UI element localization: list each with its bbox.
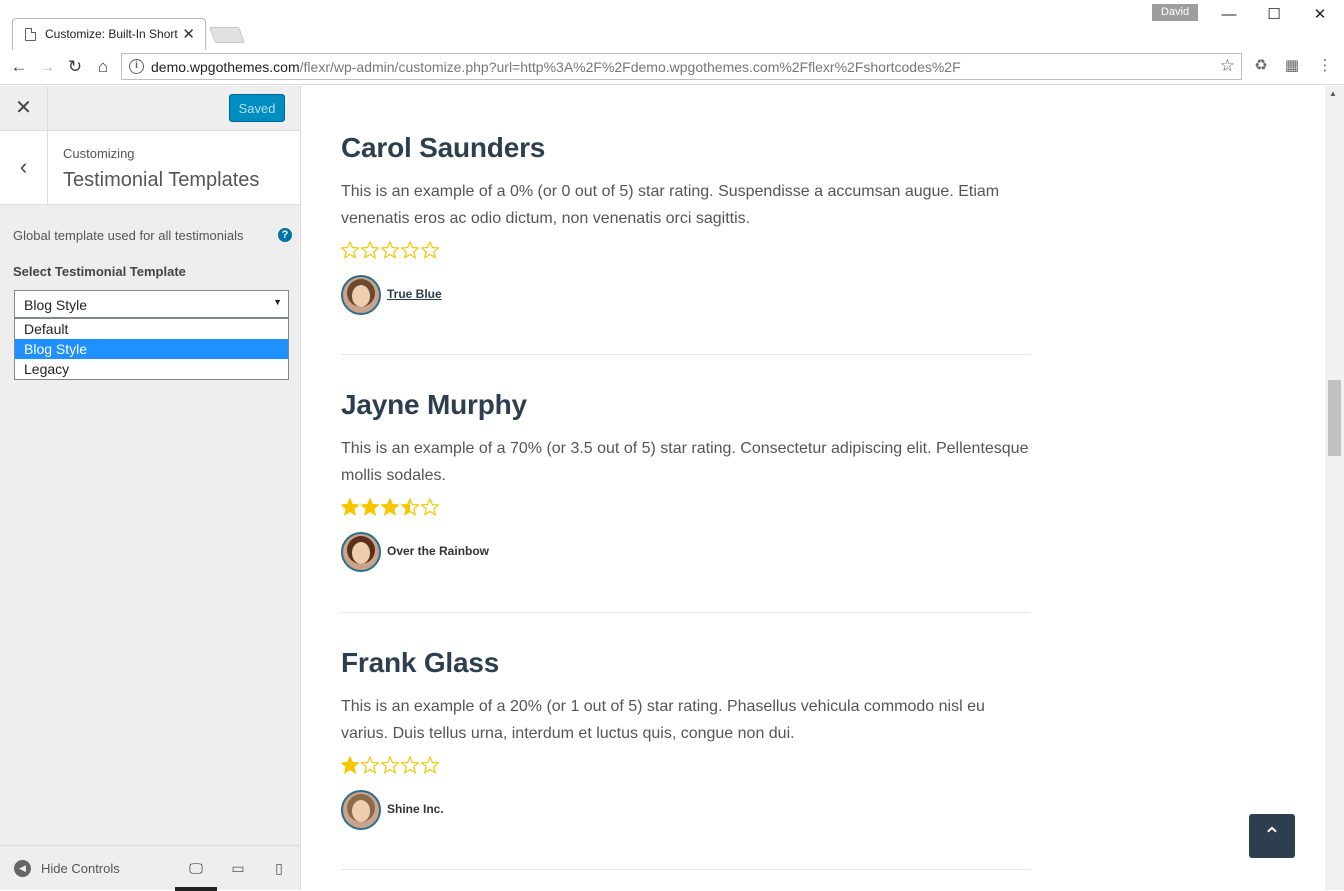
testimonial-body: This is an example of a 70% (or 3.5 out … [341,440,1029,484]
back-chevron-icon[interactable]: ‹ [0,131,48,205]
close-window-icon[interactable]: ✕ [1297,0,1343,30]
reload-icon[interactable]: ↻ [62,54,88,80]
url-host: demo.wpgothemes.com [151,59,300,75]
panel-header: ✕ Saved [0,86,300,131]
scrollbar-thumb[interactable] [1328,380,1341,456]
scroll-to-top-button[interactable]: ⌃ [1249,814,1295,858]
mobile-preview-icon[interactable]: ▯ [267,856,291,880]
dropdown-caret-icon: ▼ [273,297,282,307]
preview-scrollbar[interactable]: ▲ [1325,86,1344,890]
address-bar[interactable]: i demo.wpgothemes.com/flexr/wp-admin/cus… [121,53,1242,80]
star-empty-icon [381,241,399,259]
star-empty-icon [401,756,419,774]
star-empty-icon [341,241,359,259]
star-empty-icon [421,756,439,774]
back-arrow-icon[interactable]: ← [6,54,32,80]
browser-toolbar: ← → ↻ ⌂ i demo.wpgothemes.com/flexr/wp-a… [0,50,1344,85]
hide-controls-icon[interactable]: ◀ [14,860,31,877]
testimonial: Carol Saunders This is an example of a 0… [341,132,1031,315]
star-empty-icon [361,756,379,774]
url-path: /flexr/wp-admin/customize.php?url=http%3… [299,59,961,75]
recycle-extension-icon[interactable]: ♻ [1252,57,1270,75]
active-device-indicator [175,887,217,891]
testimonial-author: Over the Rainbow [341,532,1031,572]
star-empty-icon [421,241,439,259]
star-empty-icon [421,498,439,516]
new-tab-button[interactable] [209,27,245,43]
browser-tab[interactable]: Customize: Built-In Short ✕ [12,18,206,50]
testimonial-author: Shine Inc. [341,790,1031,830]
option-blog-style[interactable]: Blog Style [15,339,288,359]
star-half-icon [401,498,419,516]
tab-title: Customize: Built-In Short [45,27,178,41]
select-label: Select Testimonial Template [13,264,186,279]
browser-titlebar: Customize: Built-In Short ✕ David — ☐ ✕ [0,0,1344,50]
star-empty-icon [361,241,379,259]
star-full-icon [361,498,379,516]
option-legacy[interactable]: Legacy [15,359,288,379]
testimonial-name: Frank Glass [341,647,500,678]
avatar [341,790,381,830]
star-full-icon [341,756,359,774]
tab-close-icon[interactable]: ✕ [182,25,195,43]
profile-badge[interactable]: David [1152,4,1198,21]
star-empty-icon [401,241,419,259]
star-empty-icon [381,756,399,774]
testimonial-author: True Blue [341,275,1031,315]
extension-icon[interactable]: ▦ [1283,57,1301,75]
testimonial-name: Jayne Murphy [341,389,527,420]
avatar-face [352,542,370,564]
divider [341,354,1030,355]
url-text: demo.wpgothemes.com/flexr/wp-admin/custo… [151,59,961,75]
company-name: Over the Rainbow [387,544,490,558]
site-preview: Carol Saunders This is an example of a 0… [301,86,1325,890]
option-default[interactable]: Default [15,319,288,339]
document-icon [25,28,36,41]
avatar-face [352,285,370,307]
testimonial-body: This is an example of a 0% (or 0 out of … [341,183,1000,227]
star-full-icon [341,498,359,516]
maximize-icon[interactable]: ☐ [1251,0,1297,30]
star-rating [341,498,1031,522]
divider [341,869,1030,870]
section-title: Testimonial Templates [63,169,260,191]
minimize-icon[interactable]: — [1206,0,1252,30]
bookmark-star-icon[interactable]: ☆ [1220,56,1235,76]
customizer-panel: ✕ Saved ‹ Customizing Testimonial Templa… [0,86,301,891]
star-rating [341,241,1031,265]
testimonial: Jayne Murphy This is an example of a 70%… [341,389,1031,572]
control-description: Global template used for all testimonial… [13,228,244,243]
testimonial-body: This is an example of a 20% (or 1 out of… [341,698,985,742]
desktop-preview-icon[interactable]: 🖵 [184,856,208,880]
customizing-label: Customizing [63,146,135,161]
help-icon[interactable]: ? [278,228,292,242]
section-header: ‹ Customizing Testimonial Templates [0,131,300,205]
info-icon[interactable]: i [129,59,144,74]
star-full-icon [381,498,399,516]
close-customizer-button[interactable]: ✕ [0,86,48,131]
testimonial-name: Carol Saunders [341,132,546,163]
avatar [341,275,381,315]
tablet-preview-icon[interactable]: ▭ [226,856,250,880]
saved-button[interactable]: Saved [229,94,285,122]
home-icon[interactable]: ⌂ [90,54,116,80]
scroll-up-arrow-icon[interactable]: ▲ [1329,89,1337,98]
testimonial: Frank Glass This is an example of a 20% … [341,647,1031,830]
star-rating [341,756,1031,780]
divider [341,612,1030,613]
template-dropdown-list: Default Blog Style Legacy [14,318,289,380]
template-select[interactable]: Blog Style ▼ [14,290,289,318]
menu-dots-icon[interactable]: ⋮ [1316,57,1334,75]
hide-controls-button[interactable]: Hide Controls [41,861,120,876]
avatar-face [352,800,370,822]
company-link[interactable]: True Blue [387,287,442,301]
company-name: Shine Inc. [387,802,444,816]
select-value: Blog Style [24,297,88,313]
avatar [341,532,381,572]
forward-arrow-icon[interactable]: → [34,54,60,80]
panel-footer: ◀ Hide Controls 🖵 ▭ ▯ [0,845,300,891]
